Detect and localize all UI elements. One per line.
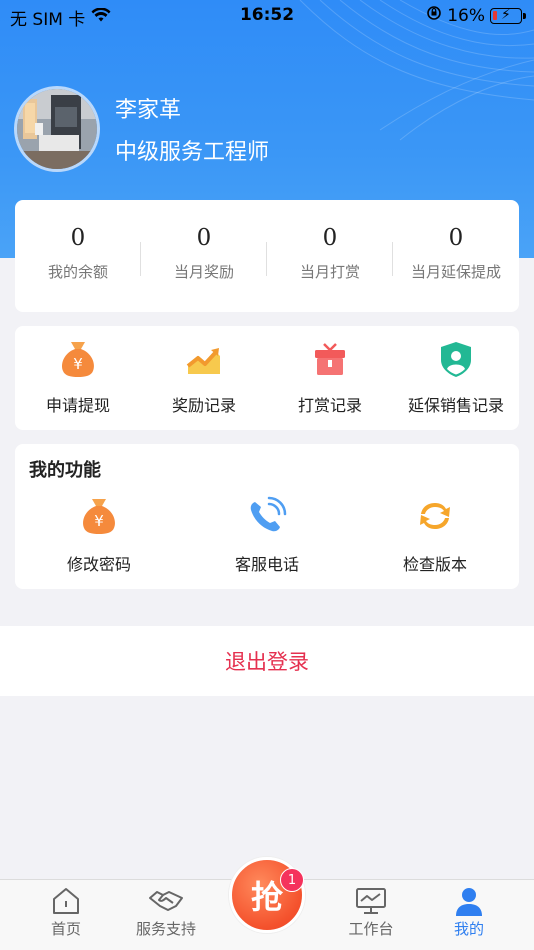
stat-label: 当月奖励	[173, 262, 234, 281]
warranty-sales-records-button[interactable]: 延保销售记录	[393, 326, 519, 430]
section-title: 我的功能	[29, 460, 101, 481]
stat-label: 当月延保提成	[410, 262, 501, 281]
function-label: 客服电话	[234, 555, 299, 574]
tab-service-support[interactable]: 服务支持	[121, 880, 211, 939]
svg-text:¥: ¥	[94, 512, 104, 530]
shield-user-icon	[438, 340, 474, 378]
gift-box-icon	[312, 340, 348, 378]
customer-service-phone-button[interactable]: 客服电话	[183, 496, 351, 575]
quick-action-label: 奖励记录	[171, 396, 236, 415]
tab-label: 工作台	[348, 920, 394, 938]
stat-label: 当月打赏	[299, 262, 360, 281]
stat-monthly-tips[interactable]: 0 当月打赏	[267, 200, 393, 312]
user-title: 中级服务工程师	[115, 140, 270, 165]
quick-action-label: 延保销售记录	[407, 396, 504, 415]
phone-icon	[247, 496, 287, 536]
tab-mine[interactable]: 我的	[424, 880, 514, 939]
tip-records-button[interactable]: 打赏记录	[267, 326, 393, 430]
stat-value: 0	[448, 224, 464, 251]
user-icon	[453, 886, 485, 916]
status-bar: 无 SIM 卡 16:52 16% ⚡	[0, 0, 534, 32]
quick-actions-card: ¥ 申请提现 奖励记录 打赏记录 延保销售记录	[15, 326, 519, 430]
notification-badge: 1	[280, 868, 304, 892]
rising-chart-icon	[186, 340, 222, 378]
tab-label: 我的	[453, 920, 484, 938]
tab-workbench[interactable]: 工作台	[326, 880, 416, 939]
logout-button[interactable]: 退出登录	[0, 626, 534, 696]
stat-value: 0	[70, 224, 86, 251]
stat-monthly-reward[interactable]: 0 当月奖励	[141, 200, 267, 312]
battery-icon: ⚡	[490, 7, 526, 24]
check-version-button[interactable]: 检查版本	[351, 496, 519, 575]
avatar[interactable]	[14, 86, 100, 172]
reward-records-button[interactable]: 奖励记录	[141, 326, 267, 430]
tab-home[interactable]: 首页	[21, 880, 111, 939]
home-icon	[50, 886, 82, 916]
my-functions-card: 我的功能 ¥ 修改密码 客服电话 检查版本	[15, 444, 519, 589]
money-bag-icon: ¥	[81, 496, 117, 536]
svg-text:¥: ¥	[73, 355, 83, 373]
tab-label: 首页	[50, 920, 81, 938]
refresh-icon	[415, 496, 455, 536]
stats-card: 0 我的余额 0 当月奖励 0 当月打赏 0 当月延保提成	[15, 200, 519, 312]
stat-value: 0	[322, 224, 338, 251]
quick-action-label: 打赏记录	[297, 396, 362, 415]
function-label: 检查版本	[402, 555, 467, 574]
change-password-button[interactable]: ¥ 修改密码	[15, 496, 183, 575]
stat-label: 我的余额	[47, 262, 108, 281]
stat-warranty-commission[interactable]: 0 当月延保提成	[393, 200, 519, 312]
tab-label: 服务支持	[135, 920, 196, 938]
money-bag-icon: ¥	[60, 340, 96, 378]
user-name: 李家革	[115, 98, 182, 123]
stat-value: 0	[196, 224, 212, 251]
function-label: 修改密码	[66, 555, 131, 574]
monitor-icon	[354, 886, 388, 916]
apply-withdrawal-button[interactable]: ¥ 申请提现	[15, 326, 141, 430]
orientation-lock-icon	[426, 5, 442, 26]
quick-action-label: 申请提现	[45, 396, 110, 415]
handshake-icon	[148, 886, 184, 916]
stat-balance[interactable]: 0 我的余额	[15, 200, 141, 312]
battery-percent: 16%	[447, 5, 485, 26]
